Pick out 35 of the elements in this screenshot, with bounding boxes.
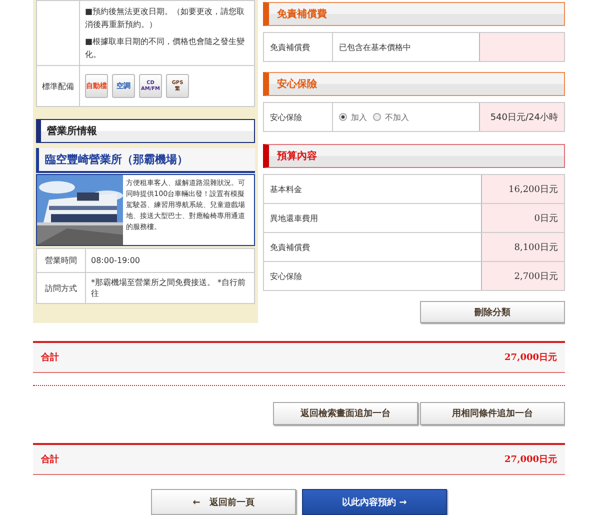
row-label: 異地還車費用 [270, 212, 318, 224]
row-value: 08:00-19:00 [91, 256, 140, 265]
section-header: 安心保險 [263, 72, 565, 96]
section-header: 營業所情報 [36, 119, 255, 143]
note-text: ■預約後無法更改日期。（如要更改，請您取消後再重新預約。） [85, 6, 246, 31]
total-value: 27,000日元 [504, 454, 557, 466]
row-label: 基本料金 [270, 184, 302, 194]
row-label: 安心保險 [270, 112, 302, 122]
section-header: 預算內容 [263, 144, 565, 168]
reserve-button[interactable]: 以此內容預約 → [302, 489, 447, 515]
price-text: 540日元/24小時 [490, 112, 558, 124]
row-value: 已包含在基本價格中 [339, 42, 411, 52]
row-label: 營業時間 [45, 255, 77, 266]
add-car-button[interactable]: 用相同條件追加一台 [420, 402, 565, 425]
total-label: 合計 [41, 453, 59, 466]
row-label: 訪問方式 [45, 282, 77, 294]
total-value: 27,000日元 [504, 352, 557, 364]
row-label: 標準配備 [42, 80, 74, 92]
office-name: 臨空豐崎營業所（那霸機場） [36, 148, 255, 173]
add-car-button[interactable]: 返回檢索畫面追加一台 [273, 402, 418, 425]
radio-option[interactable]: 不加入 [373, 112, 409, 122]
row-value: 8,100日元 [514, 242, 558, 254]
row-label: 免責補償費 [270, 242, 310, 252]
row-value: 2,700日元 [514, 270, 558, 282]
back-button[interactable]: ← 返回前一頁 [151, 489, 296, 515]
note-text: ■根據取車日期的不同，價格也會隨之發生變化。 [85, 36, 246, 61]
delete-button[interactable]: 刪除分類 [420, 301, 565, 323]
radio-option[interactable]: 加入 [339, 112, 367, 122]
row-label: 安心保險 [270, 270, 302, 282]
total-label: 合計 [41, 351, 59, 364]
row-value: 16,200日元 [508, 184, 558, 196]
row-value: 0日元 [534, 212, 558, 224]
row-label: 免責補償費 [270, 42, 310, 52]
row-value: *那霸機場至營業所之間免費接送。 *自行前往 [91, 277, 247, 299]
section-header: 免責補償費 [263, 2, 565, 26]
